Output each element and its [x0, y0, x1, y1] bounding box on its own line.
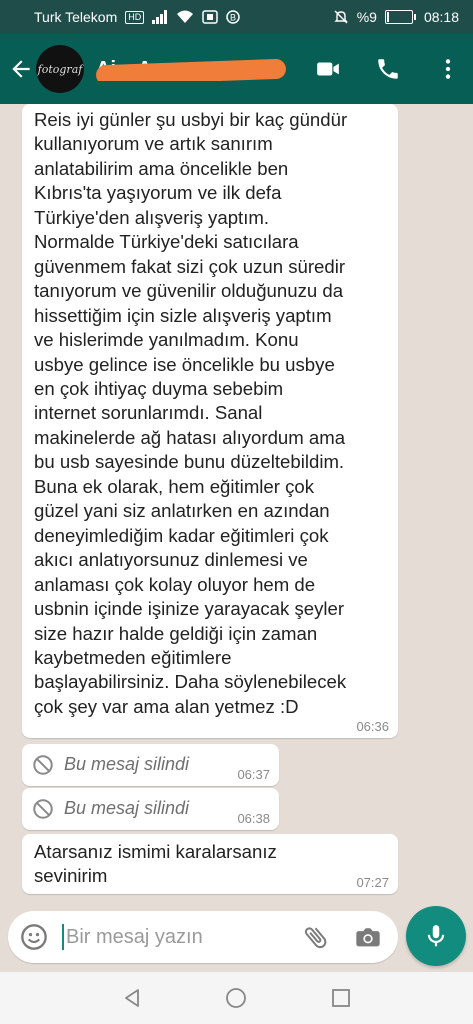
- carrier-name: Turk Telekom: [34, 9, 118, 25]
- battery-percent: %9: [356, 9, 377, 25]
- svg-text:B: B: [230, 13, 236, 23]
- avatar[interactable]: fotograf: [36, 45, 84, 93]
- system-nav-bar: [0, 972, 473, 1024]
- header-actions: [315, 34, 461, 104]
- message-time: 06:36: [356, 719, 389, 734]
- message-time: 06:37: [237, 767, 270, 782]
- more-options-icon[interactable]: [435, 56, 461, 82]
- video-call-icon[interactable]: [315, 56, 341, 82]
- text-cursor: [62, 924, 64, 950]
- contact-name[interactable]: Ai... Ar...: [96, 58, 286, 81]
- battery-icon: [384, 10, 416, 24]
- nfc-icon: [202, 10, 218, 24]
- chat-header: fotograf Ai... Ar...: [0, 34, 473, 104]
- mic-icon: [427, 925, 445, 947]
- back-arrow-icon[interactable]: [8, 56, 34, 82]
- hd-badge: HD: [125, 10, 145, 24]
- deleted-message-bubble[interactable]: Bu mesaj silindi 06:37: [22, 744, 279, 786]
- b-circle-icon: B: [226, 10, 240, 24]
- signal-icon: [152, 10, 168, 24]
- message-time: 07:27: [356, 875, 389, 890]
- phone-icon[interactable]: [375, 56, 401, 82]
- message-input[interactable]: [66, 925, 296, 949]
- deleted-message-text: Bu mesaj silindi: [64, 798, 190, 818]
- mic-button[interactable]: [406, 906, 466, 966]
- status-time: 08:18: [423, 9, 459, 25]
- nav-back-icon[interactable]: [120, 986, 144, 1010]
- deleted-message-bubble[interactable]: Bu mesaj silindi 06:38: [22, 788, 279, 830]
- status-bar: Turk Telekom HD B %9 08:18: [0, 0, 473, 34]
- message-composer: [8, 911, 398, 963]
- chat-area[interactable]: Reis iyi günler şu usbyi bir kaç gündür …: [0, 104, 473, 910]
- status-right: %9 08:18: [333, 9, 459, 25]
- message-time: 06:38: [237, 811, 270, 826]
- message-text: Reis iyi günler şu usbyi bir kaç gündür …: [34, 109, 348, 717]
- attach-icon[interactable]: [302, 923, 330, 951]
- avatar-logo: fotograf: [37, 62, 83, 76]
- emoji-icon[interactable]: [20, 923, 48, 951]
- nav-recents-icon[interactable]: [329, 986, 353, 1010]
- wifi-icon: [177, 10, 194, 23]
- message-text: Atarsanız ismimi karalarsanız sevinirim: [34, 841, 277, 887]
- camera-icon[interactable]: [354, 923, 382, 951]
- mute-bell-icon: [334, 10, 348, 24]
- message-bubble[interactable]: Atarsanız ismimi karalarsanız sevinirim …: [22, 834, 398, 894]
- deleted-icon: [33, 755, 53, 775]
- message-bubble[interactable]: Reis iyi günler şu usbyi bir kaç gündür …: [22, 104, 398, 738]
- deleted-message-text: Bu mesaj silindi: [64, 754, 190, 774]
- battery-fill: [386, 12, 390, 22]
- status-left: Turk Telekom HD B: [34, 9, 333, 25]
- nav-home-icon[interactable]: [224, 986, 248, 1010]
- deleted-icon: [33, 799, 53, 819]
